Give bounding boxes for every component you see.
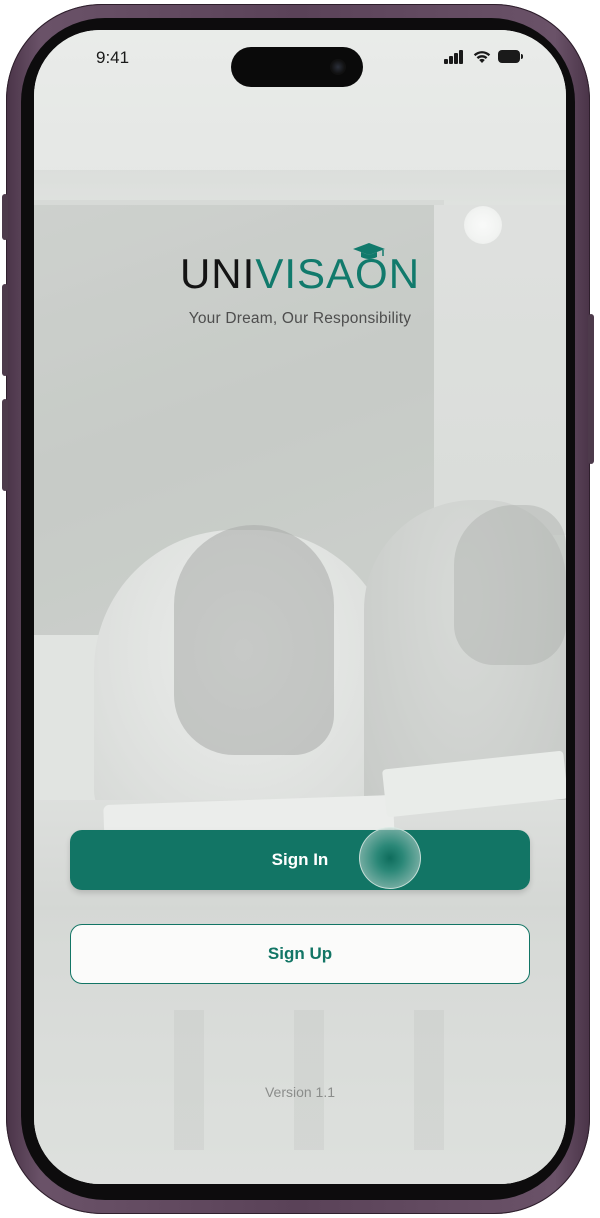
logo-text-uni: UNI xyxy=(179,250,256,297)
status-icons xyxy=(444,50,526,64)
camera-icon xyxy=(330,59,346,75)
logo-text-vision: VISAON xyxy=(255,250,421,297)
power-button xyxy=(588,314,594,464)
sign-up-button[interactable]: Sign Up xyxy=(70,924,530,984)
status-time: 9:41 xyxy=(96,48,130,67)
sign-in-button[interactable]: Sign In xyxy=(70,830,530,890)
app-version: Version 1.1 xyxy=(264,1084,336,1100)
app-screen: 9:41 UNIVISAON Your Dream, Our Responsib… xyxy=(34,30,566,1184)
sign-up-label: Sign Up xyxy=(267,944,333,963)
brand-tagline: Your Dream, Our Responsibility xyxy=(188,310,412,327)
touch-indicator xyxy=(359,827,421,889)
dynamic-island xyxy=(231,47,363,87)
action-button xyxy=(2,194,8,240)
volume-down-button xyxy=(2,399,8,491)
sign-in-label: Sign In xyxy=(271,850,329,869)
volume-up-button xyxy=(2,284,8,376)
brand-logo: UNIVISAON xyxy=(34,243,566,298)
signal-icon xyxy=(444,50,466,64)
wifi-icon xyxy=(473,51,491,63)
background-photo xyxy=(34,30,566,1184)
graduation-cap-icon xyxy=(352,243,385,259)
battery-icon xyxy=(498,50,524,63)
